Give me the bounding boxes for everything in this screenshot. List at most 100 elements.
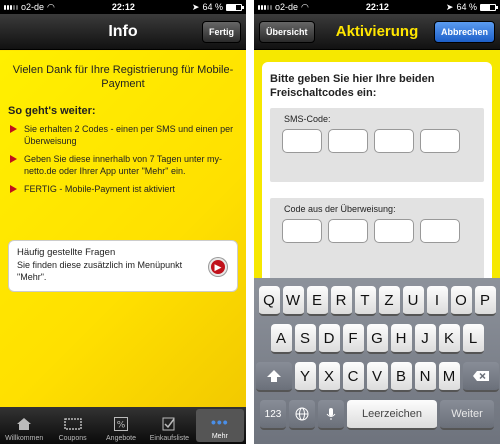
signal-icon — [258, 4, 272, 10]
tab-einkaufsliste[interactable]: Einkaufsliste — [145, 407, 193, 444]
arrow-right-icon: ▶ — [209, 258, 227, 276]
shift-icon — [266, 370, 281, 382]
key-e[interactable]: E — [306, 286, 328, 316]
tab-coupons[interactable]: Coupons — [48, 407, 96, 444]
done-button[interactable]: Fertig — [201, 21, 241, 43]
sms-code-group: SMS-Code: — [270, 108, 484, 182]
wifi-icon: ◠ — [47, 1, 55, 12]
battery-icon — [479, 3, 498, 11]
key-t[interactable]: T — [354, 286, 376, 316]
carrier-label: o2-de — [275, 2, 299, 12]
key-m[interactable]: M — [438, 362, 460, 392]
home-icon — [15, 416, 33, 432]
key-f[interactable]: F — [342, 324, 364, 354]
transfer-code-label: Code aus der Überweisung: — [284, 204, 396, 214]
keyboard-row-4: 123 Leerzeichen Weiter — [254, 400, 500, 430]
location-icon: ➤ — [191, 1, 200, 12]
key-o[interactable]: O — [450, 286, 472, 316]
page-title: Info — [108, 22, 138, 40]
keyboard-row-2: A S D F G H J K L — [254, 324, 500, 354]
signal-icon — [4, 4, 18, 10]
keyboard-row-3: Y X C V B N M — [254, 362, 500, 392]
key-k[interactable]: K — [438, 324, 460, 354]
tab-bar: Willkommen Coupons % Angebote Einkaufsli… — [0, 407, 246, 444]
sms-code-input-1[interactable] — [282, 129, 322, 153]
key-s[interactable]: S — [294, 324, 316, 354]
key-h[interactable]: H — [390, 324, 412, 354]
key-v[interactable]: V — [366, 362, 388, 392]
key-x[interactable]: X — [318, 362, 340, 392]
sms-code-input-4[interactable] — [420, 129, 460, 153]
key-r[interactable]: R — [330, 286, 352, 316]
keyboard: Q W E R T Z U I O P A S D F G H J K L Y — [254, 278, 500, 444]
info-screen: o2-de ◠ 22:12 ➤ 64 % Info Fertig Vielen … — [0, 0, 246, 444]
transfer-code-input-1[interactable] — [282, 219, 322, 243]
microphone-key[interactable] — [318, 400, 344, 430]
bullet-arrow-icon — [10, 125, 17, 133]
backspace-key[interactable] — [462, 362, 499, 392]
percent-icon: % — [112, 416, 130, 432]
status-time: 22:12 — [365, 2, 389, 12]
globe-key[interactable] — [289, 400, 315, 430]
nav-bar: Info Fertig — [0, 14, 246, 50]
transfer-code-input-3[interactable] — [374, 219, 414, 243]
info-content: Vielen Dank für Ihre Registrierung für M… — [0, 51, 246, 407]
battery-icon — [225, 3, 244, 11]
activation-instruction: Bitte geben Sie hier Ihre beiden Freisch… — [270, 73, 435, 99]
overview-button[interactable]: Übersicht — [259, 21, 315, 43]
page-title: Aktivierung — [335, 23, 419, 40]
key-b[interactable]: B — [390, 362, 412, 392]
key-z[interactable]: Z — [378, 286, 400, 316]
sms-code-input-2[interactable] — [328, 129, 368, 153]
tab-willkommen[interactable]: Willkommen — [0, 407, 48, 444]
key-p[interactable]: P — [474, 286, 496, 316]
more-icon: ••• — [210, 414, 229, 430]
list-item: FERTIG - Mobile-Payment ist aktiviert — [8, 183, 238, 195]
thanks-message: Vielen Dank für Ihre Registrierung für M… — [12, 64, 234, 90]
key-l[interactable]: L — [462, 324, 484, 354]
key-a[interactable]: A — [270, 324, 292, 354]
globe-icon — [295, 407, 309, 421]
cancel-button[interactable]: Abbrechen — [433, 21, 495, 43]
key-j[interactable]: J — [414, 324, 436, 354]
carrier-label: o2-de — [21, 2, 45, 12]
list-item: Geben Sie diese innerhalb von 7 Tagen un… — [8, 153, 238, 177]
coupon-icon — [63, 416, 82, 432]
faq-subtitle: Sie finden diese zusätzlich im Menüpunkt… — [17, 260, 183, 282]
tab-mehr[interactable]: ••• Mehr — [195, 409, 245, 442]
list-item: Sie erhalten 2 Codes - einen per SMS und… — [8, 123, 238, 147]
key-y[interactable]: Y — [294, 362, 316, 392]
sms-code-label: SMS-Code: — [284, 114, 331, 124]
tab-angebote[interactable]: % Angebote — [97, 407, 145, 444]
transfer-code-input-4[interactable] — [420, 219, 460, 243]
key-d[interactable]: D — [318, 324, 340, 354]
nav-bar: Übersicht Aktivierung Abbrechen — [254, 14, 500, 50]
step-list: Sie erhalten 2 Codes - einen per SMS und… — [8, 123, 238, 195]
backspace-icon — [472, 371, 489, 381]
sms-code-input-3[interactable] — [374, 129, 414, 153]
status-time: 22:12 — [111, 2, 135, 12]
key-n[interactable]: N — [414, 362, 436, 392]
faq-link[interactable]: Häufig gestellte Fragen Sie finden diese… — [8, 240, 238, 292]
bullet-arrow-icon — [10, 155, 17, 163]
bullet-arrow-icon — [10, 185, 17, 193]
key-i[interactable]: I — [426, 286, 448, 316]
location-icon: ➤ — [445, 1, 454, 12]
key-q[interactable]: Q — [258, 286, 280, 316]
battery-percentage: 64 % — [202, 2, 223, 12]
space-key[interactable]: Leerzeichen — [347, 400, 437, 430]
shift-key[interactable] — [255, 362, 292, 392]
key-u[interactable]: U — [402, 286, 424, 316]
key-c[interactable]: C — [342, 362, 364, 392]
howto-title: So geht's weiter: — [8, 105, 96, 117]
key-w[interactable]: W — [282, 286, 304, 316]
key-g[interactable]: G — [366, 324, 388, 354]
wifi-icon: ◠ — [301, 1, 309, 12]
numbers-key[interactable]: 123 — [260, 400, 286, 430]
status-bar: o2-de ◠ 22:12 ➤ 64 % — [0, 0, 246, 14]
activation-card: Bitte geben Sie hier Ihre beiden Freisch… — [262, 62, 492, 294]
transfer-code-input-2[interactable] — [328, 219, 368, 243]
status-bar: o2-de ◠ 22:12 ➤ 64 % — [254, 0, 500, 14]
microphone-icon — [326, 408, 336, 420]
next-key[interactable]: Weiter — [440, 400, 494, 430]
